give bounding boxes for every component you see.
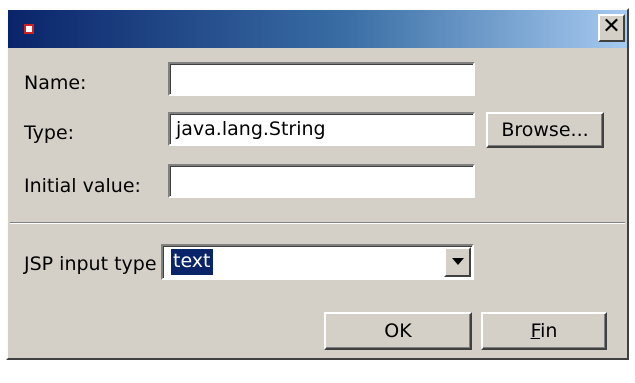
jsp-input-type-value: text [171, 249, 213, 275]
chevron-down-icon [452, 258, 464, 265]
dropdown-button[interactable] [444, 247, 471, 277]
title-bar[interactable]: ✕ [8, 10, 627, 48]
type-label: Type: [24, 122, 75, 144]
name-label: Name: [24, 72, 87, 94]
initial-value-input[interactable] [168, 164, 475, 198]
close-icon: ✕ [602, 14, 621, 39]
separator [10, 222, 625, 224]
fin-mnemonic: F [530, 320, 541, 342]
variable-dialog: ✕ Name: Type: java.lang.String Browse...… [6, 8, 629, 360]
type-input[interactable]: java.lang.String [168, 112, 475, 146]
jsp-input-type-select[interactable]: text [161, 244, 474, 280]
jsp-input-type-label: JSP input type [24, 253, 157, 275]
app-icon [24, 24, 34, 34]
fin-label-rest: in [540, 320, 558, 342]
fin-button[interactable]: Fin [481, 312, 607, 350]
ok-button[interactable]: OK [324, 312, 472, 350]
browse-button[interactable]: Browse... [486, 112, 604, 148]
initial-value-label: Initial value: [24, 175, 141, 197]
name-input[interactable] [168, 62, 475, 96]
close-button[interactable]: ✕ [598, 14, 625, 42]
